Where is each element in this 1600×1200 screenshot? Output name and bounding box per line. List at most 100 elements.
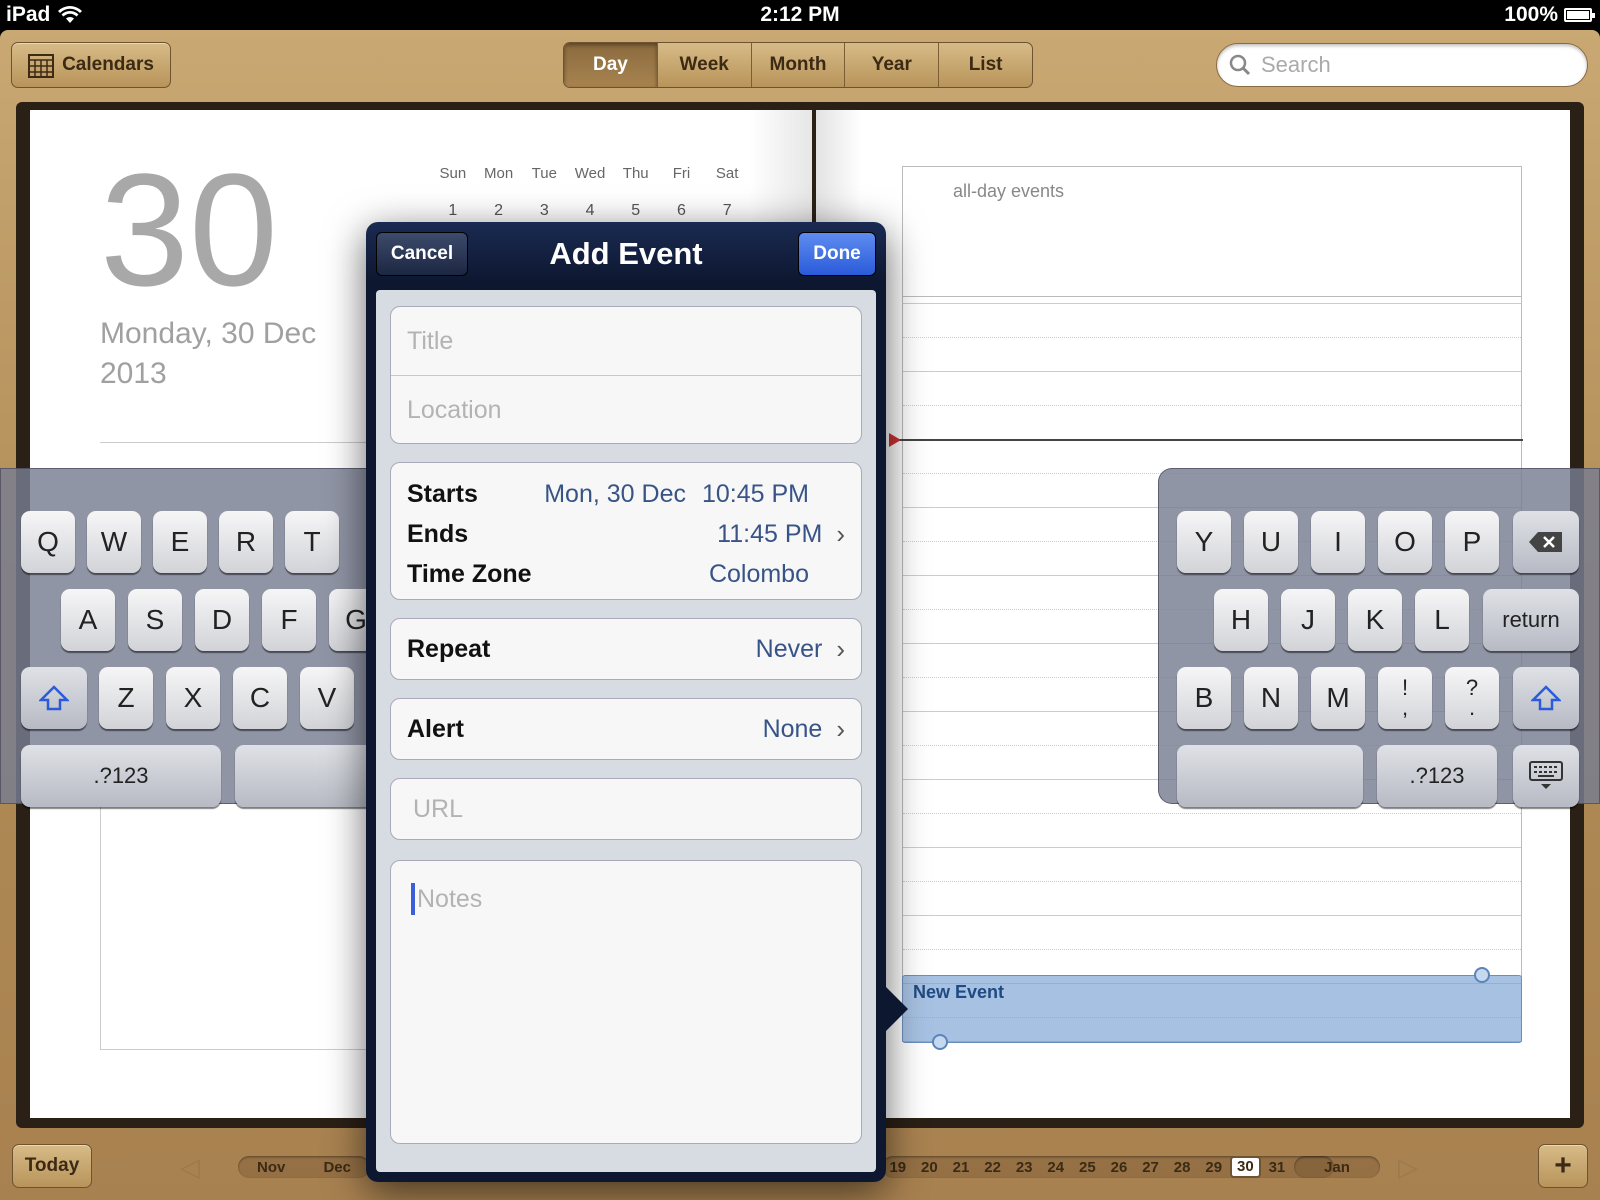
key-t[interactable]: T <box>285 511 339 573</box>
alert-row[interactable]: Alert None › <box>390 698 862 760</box>
mini-cal-day[interactable]: 3 <box>521 202 567 220</box>
view-tab-0[interactable]: Day <box>564 43 658 87</box>
view-tab-4[interactable]: List <box>939 43 1032 87</box>
key-m[interactable]: M <box>1311 667 1365 729</box>
key-i[interactable]: I <box>1311 511 1365 573</box>
notes-placeholder: Notes <box>417 884 483 913</box>
new-event-block[interactable]: New Event <box>902 975 1522 1043</box>
mini-cal-day[interactable]: 5 <box>613 202 659 220</box>
date-cell[interactable]: 20 <box>914 1159 946 1176</box>
key-v[interactable]: V <box>300 667 354 729</box>
key-r[interactable]: R <box>219 511 273 573</box>
key-l[interactable]: L <box>1415 589 1469 651</box>
view-tab-3[interactable]: Year <box>845 43 940 87</box>
key-z[interactable]: Z <box>99 667 153 729</box>
date-cell[interactable]: 31 <box>1261 1159 1293 1176</box>
key-o[interactable]: O <box>1378 511 1432 573</box>
time-group[interactable]: Starts Mon, 30 Dec 10:45 PM Ends 11:45 P… <box>390 462 862 600</box>
date-cell[interactable]: 30 <box>1229 1156 1262 1178</box>
numbers-key-left[interactable]: .?123 <box>21 745 221 807</box>
key-u[interactable]: U <box>1244 511 1298 573</box>
shift-key[interactable] <box>21 667 87 729</box>
event-resize-handle-bottom[interactable] <box>932 1034 948 1050</box>
space-bar-right[interactable] <box>1177 745 1363 807</box>
key-y[interactable]: Y <box>1177 511 1231 573</box>
mini-cal-day[interactable]: 4 <box>567 202 613 220</box>
key-h[interactable]: H <box>1214 589 1268 651</box>
mini-cal-day[interactable]: 6 <box>659 202 705 220</box>
search-icon <box>1229 54 1251 76</box>
key-bottom-char: . <box>1468 695 1476 720</box>
repeat-row[interactable]: Repeat Never › <box>390 618 862 680</box>
view-tab-1[interactable]: Week <box>658 43 752 87</box>
add-event-button[interactable]: + <box>1538 1144 1588 1188</box>
key-q[interactable]: Q <box>21 511 75 573</box>
mini-cal-day[interactable]: 2 <box>476 202 522 220</box>
location-input[interactable]: Location <box>391 376 861 444</box>
return-key[interactable]: return <box>1483 589 1579 651</box>
view-tab-2[interactable]: Month <box>752 43 846 87</box>
numbers-key-right[interactable]: .?123 <box>1377 745 1497 807</box>
alert-cell: Alert None › <box>391 699 861 759</box>
key-c[interactable]: C <box>233 667 287 729</box>
key-e[interactable]: E <box>153 511 207 573</box>
key-question-period[interactable]: ?. <box>1445 667 1499 729</box>
date-cell[interactable]: 29 <box>1198 1159 1230 1176</box>
hide-keyboard-key[interactable] <box>1513 745 1579 807</box>
date-cell[interactable]: 28 <box>1166 1159 1198 1176</box>
key-a[interactable]: A <box>61 589 115 651</box>
month-jan[interactable]: Jan <box>1324 1159 1350 1176</box>
date-cell[interactable]: 27 <box>1135 1159 1167 1176</box>
calendar-app: iPad 2:12 PM 100% Calendars Day Week Month… <box>0 0 1600 1200</box>
event-resize-handle-top[interactable] <box>1474 967 1490 983</box>
chevron-right-icon: › <box>836 713 845 744</box>
hour-line <box>903 371 1521 372</box>
mini-cal-day[interactable]: 1 <box>430 202 476 220</box>
backspace-key[interactable] <box>1513 511 1579 573</box>
current-time-line <box>893 439 1523 441</box>
date-cell[interactable]: 24 <box>1040 1159 1072 1176</box>
key-d[interactable]: D <box>195 589 249 651</box>
calendars-button[interactable]: Calendars <box>11 42 171 88</box>
weekday-label: Fri <box>672 165 691 182</box>
half-hour-line <box>903 881 1521 882</box>
calendar-grid-icon <box>28 54 55 78</box>
date-cell[interactable]: 26 <box>1103 1159 1135 1176</box>
shift-key-right[interactable] <box>1513 667 1579 729</box>
weekday-label: Mon <box>483 165 514 182</box>
key-f[interactable]: F <box>262 589 316 651</box>
url-input[interactable]: URL <box>390 778 862 840</box>
key-b[interactable]: B <box>1177 667 1231 729</box>
all-day-section[interactable]: all-day events <box>903 167 1521 297</box>
key-j[interactable]: J <box>1281 589 1335 651</box>
key-w[interactable]: W <box>87 511 141 573</box>
key-p[interactable]: P <box>1445 511 1499 573</box>
today-button[interactable]: Today <box>12 1144 92 1188</box>
date-cell[interactable]: 21 <box>945 1159 977 1176</box>
key-s[interactable]: S <box>128 589 182 651</box>
notes-textarea[interactable]: Notes <box>390 860 862 1144</box>
hour-line <box>903 915 1521 916</box>
prev-arrow-icon[interactable]: ◁ <box>180 1154 200 1180</box>
half-hour-line <box>903 337 1521 338</box>
month-dec[interactable]: Dec <box>323 1159 351 1176</box>
date-cell[interactable]: 23 <box>1008 1159 1040 1176</box>
date-cell[interactable]: 25 <box>1072 1159 1104 1176</box>
key-n[interactable]: N <box>1244 667 1298 729</box>
key-x[interactable]: X <box>166 667 220 729</box>
done-button[interactable]: Done <box>798 232 876 276</box>
space-bar-left[interactable] <box>235 745 385 807</box>
key-exclamation-comma[interactable]: !, <box>1378 667 1432 729</box>
search-field[interactable]: Search <box>1216 43 1588 87</box>
weekday-label: Tue <box>531 165 557 182</box>
date-cell[interactable]: 22 <box>977 1159 1009 1176</box>
key-k[interactable]: K <box>1348 589 1402 651</box>
notes-cell: Notes <box>391 879 861 919</box>
mini-cal-day[interactable]: 7 <box>704 202 750 220</box>
current-time-marker <box>889 433 901 447</box>
title-input[interactable]: Title <box>391 307 861 375</box>
month-nov[interactable]: Nov <box>257 1159 285 1176</box>
date-cell[interactable]: 19 <box>882 1159 914 1176</box>
next-arrow-icon[interactable]: ▷ <box>1398 1154 1418 1180</box>
ends-row: Ends 11:45 PM › <box>391 519 861 549</box>
